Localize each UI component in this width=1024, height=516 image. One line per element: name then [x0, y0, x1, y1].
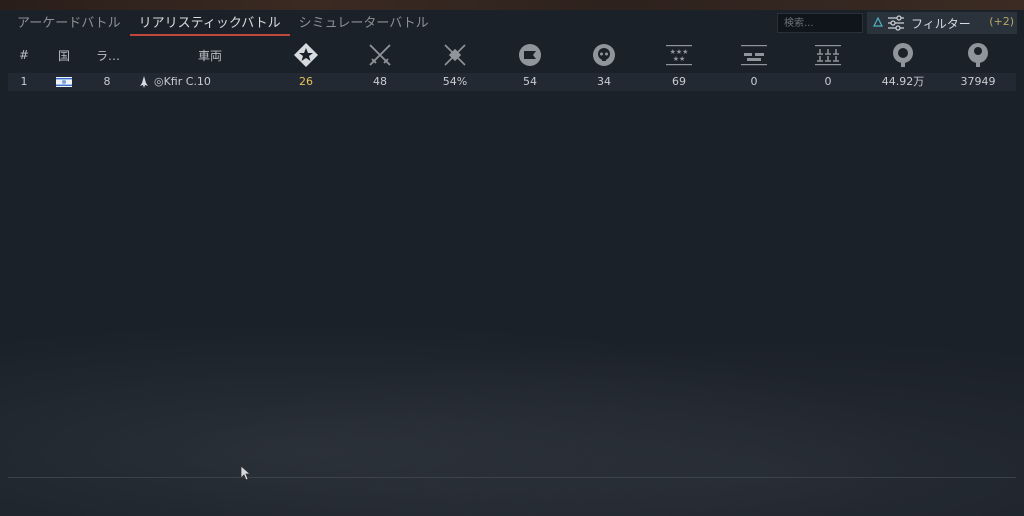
bottom-divider — [8, 477, 1016, 478]
ace-icon — [294, 43, 318, 67]
stat-missions: 54 — [523, 75, 537, 88]
column-index[interactable]: # — [14, 38, 34, 72]
column-battles[interactable] — [364, 38, 396, 72]
column-ground-kills[interactable] — [738, 38, 770, 72]
stat-research: 37949 — [960, 75, 996, 88]
stat-deaths: 34 — [597, 75, 611, 88]
stat-air-kills: 69 — [672, 75, 686, 88]
svg-text:★★: ★★ — [673, 55, 686, 63]
row-rank: 8 — [103, 75, 111, 88]
skull-icon — [593, 44, 615, 66]
column-victories[interactable] — [439, 38, 471, 72]
stat-silver-lions: 44.92万 — [881, 75, 925, 88]
nation-flag — [56, 73, 72, 91]
column-research[interactable] — [962, 38, 994, 72]
column-ace[interactable] — [290, 38, 322, 72]
stat-ace: 26 — [299, 75, 313, 88]
flag-icon — [519, 44, 541, 66]
lion-icon — [893, 43, 913, 67]
row-index: 1 — [20, 75, 28, 88]
mouse-cursor-icon — [240, 465, 252, 481]
column-naval-kills[interactable] — [812, 38, 844, 72]
israel-flag-icon — [56, 77, 72, 87]
table-header: # 国 ラ… 車両 ★★★ ★★ — [0, 38, 1024, 72]
top-background-strip — [0, 0, 1024, 10]
background-smoke — [0, 300, 1024, 516]
jet-icon — [138, 73, 150, 91]
filter-button[interactable]: フィルター (+2) — [867, 12, 1017, 34]
table-row[interactable]: 1 8 ◎Kfir C.10 26 48 54% 54 34 69 0 0 44… — [8, 73, 1016, 91]
crossed-swords-icon — [369, 44, 391, 66]
column-missions[interactable] — [514, 38, 546, 72]
column-vehicle[interactable]: 車両 — [180, 38, 240, 72]
filter-count: (+2) — [989, 15, 1014, 28]
stat-victory-rate: 54% — [442, 75, 468, 88]
sliders-icon — [888, 15, 904, 31]
stat-ground-kills: 0 — [750, 75, 758, 88]
stat-battles: 48 — [373, 75, 387, 88]
filter-label: フィルター — [911, 17, 971, 31]
column-air-kills[interactable]: ★★★ ★★ — [663, 38, 695, 72]
column-silver-lions[interactable] — [887, 38, 919, 72]
stars-icon: ★★★★★ — [666, 45, 692, 66]
column-deaths[interactable] — [588, 38, 620, 72]
tab-realistic[interactable]: リアリスティックバトル — [129, 12, 290, 36]
triangle-button-icon — [873, 17, 883, 27]
column-rank[interactable]: ラ… — [93, 38, 123, 72]
ground-targets-icon — [741, 45, 767, 66]
naval-targets-icon — [815, 45, 841, 66]
victory-rate-icon — [444, 44, 466, 66]
tab-arcade[interactable]: アーケードバトル — [8, 12, 130, 36]
vehicle-name[interactable]: ◎Kfir C.10 — [154, 73, 224, 91]
column-nation[interactable]: 国 — [52, 38, 76, 72]
research-icon — [968, 43, 988, 67]
stat-naval-kills: 0 — [824, 75, 832, 88]
search-input[interactable] — [777, 13, 863, 33]
tab-simulator[interactable]: シミュレーターバトル — [290, 12, 438, 36]
